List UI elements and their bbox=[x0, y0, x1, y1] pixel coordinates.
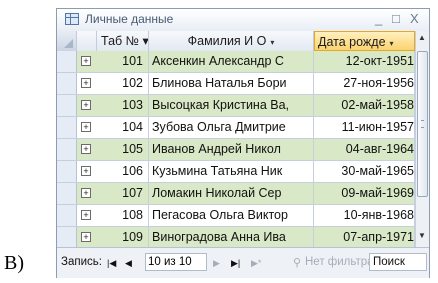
cell-fio[interactable]: Кузьмина Татьяна Ник bbox=[149, 161, 314, 182]
restore-button[interactable]: □ bbox=[392, 11, 400, 26]
cell-birth-date[interactable]: 04-авг-1964 bbox=[314, 139, 415, 160]
datasheet-grid: Таб № ▾ Фамилия И О ▾ Дата рожде ▾ + 101 А… bbox=[57, 31, 415, 247]
table-row[interactable]: + 102 Блинова Наталья Бори 27-ноя-1956 bbox=[57, 73, 415, 95]
expand-icon[interactable]: + bbox=[81, 56, 91, 66]
table-row[interactable]: + 101 Аксенкин Александр С 12-окт-1951 bbox=[57, 51, 415, 73]
cell-tab-no[interactable]: 108 bbox=[97, 205, 149, 226]
select-all-corner[interactable] bbox=[57, 31, 77, 51]
column-header-fio-label: Фамилия И О bbox=[187, 34, 267, 48]
cell-fio[interactable]: Виноградова Анна Ива bbox=[149, 227, 314, 247]
cell-tab-no[interactable]: 103 bbox=[97, 95, 149, 116]
cell-tab-no[interactable]: 107 bbox=[97, 183, 149, 204]
cell-tab-no[interactable]: 101 bbox=[97, 51, 149, 72]
search-input[interactable]: Поиск bbox=[369, 253, 427, 271]
prev-record-icon[interactable]: ◀ bbox=[125, 258, 132, 269]
expand-icon[interactable]: + bbox=[81, 188, 91, 198]
cell-birth-date[interactable]: 30-май-1965 bbox=[314, 161, 415, 182]
cell-birth-date[interactable]: 02-май-1958 bbox=[314, 95, 415, 116]
chevron-down-icon[interactable]: ▾ bbox=[270, 38, 274, 47]
cell-birth-date[interactable]: 10-янв-1968 bbox=[314, 205, 415, 226]
cell-tab-no[interactable]: 106 bbox=[97, 161, 149, 182]
first-record-icon[interactable]: |◀ bbox=[107, 258, 116, 269]
record-position-input[interactable]: 10 из 10 bbox=[145, 253, 207, 271]
row-selector[interactable] bbox=[57, 161, 77, 182]
cell-birth-date[interactable]: 27-ноя-1956 bbox=[314, 73, 415, 94]
scroll-up-icon[interactable]: ▲ bbox=[418, 33, 426, 42]
expand-icon[interactable]: + bbox=[81, 166, 91, 176]
table-row[interactable]: + 103 Высоцкая Кристина Ва, 02-май-1958 bbox=[57, 95, 415, 117]
cell-birth-date[interactable]: 11-июн-1957 bbox=[314, 117, 415, 138]
row-selector[interactable] bbox=[57, 95, 77, 116]
expand-icon[interactable]: + bbox=[81, 210, 91, 220]
record-label: Запись: bbox=[61, 256, 102, 268]
cell-fio[interactable]: Аксенкин Александр С bbox=[149, 51, 314, 72]
table-row[interactable]: + 107 Ломакин Николай Сер 09-май-1969 bbox=[57, 183, 415, 205]
title-bar[interactable]: Личные данные _ □ X bbox=[57, 9, 429, 32]
window-title: Личные данные bbox=[85, 12, 174, 26]
figure-caption: В) bbox=[4, 252, 24, 274]
expand-icon[interactable]: + bbox=[81, 232, 91, 242]
table-row[interactable]: + 108 Пегасова Ольга Виктор 10-янв-1968 bbox=[57, 205, 415, 227]
column-header-birth-label: Дата рожде bbox=[318, 35, 386, 49]
column-header-tab-no[interactable]: Таб № ▾ bbox=[97, 31, 149, 51]
column-header-row: Таб № ▾ Фамилия И О ▾ Дата рожде ▾ bbox=[57, 31, 415, 52]
new-record-nav-icon[interactable]: ▶* bbox=[251, 258, 261, 269]
table-row[interactable]: + 105 Иванов Андрей Никол 04-авг-1964 bbox=[57, 139, 415, 161]
column-header-tab-no-label: Таб № ▾ bbox=[101, 34, 149, 48]
vertical-scrollbar[interactable]: ▲ ▼ bbox=[415, 31, 429, 247]
cell-tab-no[interactable]: 104 bbox=[97, 117, 149, 138]
cell-fio[interactable]: Иванов Андрей Никол bbox=[149, 139, 314, 160]
cell-fio[interactable]: Пегасова Ольга Виктор bbox=[149, 205, 314, 226]
chevron-down-icon[interactable]: ▾ bbox=[390, 39, 394, 48]
row-selector[interactable] bbox=[57, 205, 77, 226]
expand-icon[interactable]: + bbox=[81, 78, 91, 88]
cell-tab-no[interactable]: 102 bbox=[97, 73, 149, 94]
last-record-icon[interactable]: ▶| bbox=[231, 258, 240, 269]
cell-birth-date[interactable]: 07-апр-1971 bbox=[314, 227, 415, 247]
row-selector[interactable] bbox=[57, 51, 77, 72]
row-selector[interactable] bbox=[57, 117, 77, 138]
cell-tab-no[interactable]: 105 bbox=[97, 139, 149, 160]
column-header-birth-date[interactable]: Дата рожде ▾ bbox=[314, 31, 415, 51]
row-selector[interactable] bbox=[57, 183, 77, 204]
cell-fio[interactable]: Блинова Наталья Бори bbox=[149, 73, 314, 94]
scroll-thumb[interactable] bbox=[417, 51, 428, 197]
datasheet-window: Личные данные _ □ X Таб № ▾ Фамилия И О ▾… bbox=[56, 8, 430, 278]
next-record-icon[interactable]: ▶ bbox=[213, 258, 220, 269]
table-row[interactable]: + 106 Кузьмина Татьяна Ник 30-май-1965 bbox=[57, 161, 415, 183]
expand-column-header bbox=[77, 31, 97, 51]
row-selector[interactable] bbox=[57, 227, 77, 247]
table-icon bbox=[65, 13, 79, 25]
close-button[interactable]: X bbox=[410, 11, 419, 26]
cell-birth-date[interactable]: 09-май-1969 bbox=[314, 183, 415, 204]
no-filter-button[interactable]: Нет фильтра bbox=[305, 256, 374, 268]
row-selector[interactable] bbox=[57, 73, 77, 94]
cell-fio[interactable]: Зубова Ольга Дмитрие bbox=[149, 117, 314, 138]
cell-birth-date[interactable]: 12-окт-1951 bbox=[314, 51, 415, 72]
row-selector[interactable] bbox=[57, 139, 77, 160]
cell-tab-no[interactable]: 109 bbox=[97, 227, 149, 247]
cell-fio[interactable]: Высоцкая Кристина Ва, bbox=[149, 95, 314, 116]
scroll-down-icon[interactable]: ▼ bbox=[418, 231, 426, 240]
table-row[interactable]: + 104 Зубова Ольга Дмитрие 11-июн-1957 bbox=[57, 117, 415, 139]
cell-fio[interactable]: Ломакин Николай Сер bbox=[149, 183, 314, 204]
table-row[interactable]: + 109 Виноградова Анна Ива 07-апр-1971 bbox=[57, 227, 415, 247]
record-navigation-bar: Запись: |◀ ◀ 10 из 10 ▶ ▶| ▶* ⚲ Нет филь… bbox=[57, 247, 429, 278]
filter-icon: ⚲ bbox=[293, 257, 302, 269]
expand-icon[interactable]: + bbox=[81, 100, 91, 110]
expand-icon[interactable]: + bbox=[81, 144, 91, 154]
column-header-fio[interactable]: Фамилия И О ▾ bbox=[149, 31, 314, 51]
expand-icon[interactable]: + bbox=[81, 122, 91, 132]
minimize-button[interactable]: _ bbox=[375, 11, 382, 26]
